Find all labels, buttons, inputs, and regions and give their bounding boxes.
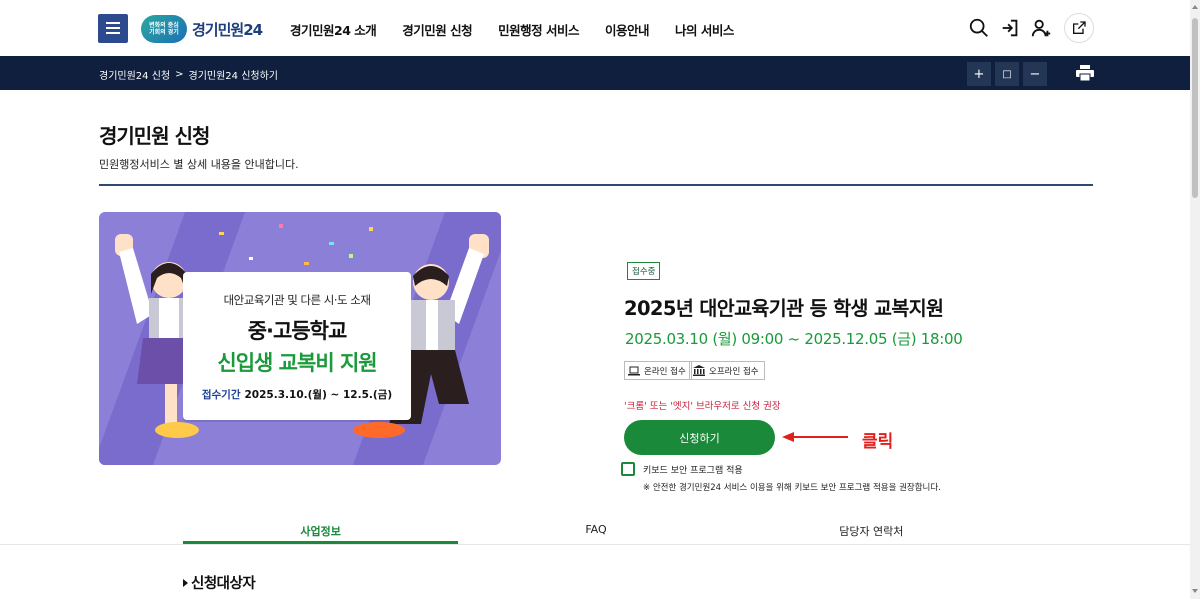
page-description: 민원행정서비스 별 상세 내용을 안내합니다. <box>99 158 299 171</box>
service-period: 2025.03.10 (월) 09:00 ~ 2025.12.05 (금) 18… <box>625 330 963 348</box>
nav-item-apply[interactable]: 경기민원 신청 <box>402 20 472 39</box>
breadcrumb-bar: 경기민원24 신청 > 경기민원24 신청하기 + □ − <box>0 56 1190 90</box>
status-badge: 접수중 <box>627 262 661 280</box>
scroll-up-arrow-icon[interactable] <box>1192 5 1198 9</box>
laptop-icon <box>628 366 640 375</box>
site-logo[interactable]: 변화의 중심 기회의 경기 경기민원24 <box>141 14 263 44</box>
user-add-icon[interactable] <box>1029 16 1053 40</box>
channel-offline: 오프라인 접수 <box>689 361 765 380</box>
tab-divider <box>0 544 1190 545</box>
tab-faq[interactable]: FAQ <box>458 518 733 544</box>
service-title: 2025년 대안교육기관 등 학생 교복지원 <box>624 297 944 320</box>
main-nav: 경기민원24 소개 경기민원 신청 민원행정 서비스 이용안내 나의 서비스 <box>290 20 760 39</box>
scrollbar-thumb[interactable] <box>1192 18 1198 198</box>
page-scrollbar[interactable] <box>1190 0 1200 599</box>
login-icon[interactable] <box>998 16 1022 40</box>
banner-period-label: 접수기간 <box>201 389 241 401</box>
caret-right-icon <box>183 578 188 587</box>
apply-button[interactable]: 신청하기 <box>624 420 775 455</box>
banner-headline-1: 중·고등학교 <box>247 319 348 343</box>
browser-notice: '크롬' 또는 '엣지' 브라우저로 신청 권장 <box>624 401 781 412</box>
site-header: 변화의 중심 기회의 경기 경기민원24 경기민원24 소개 경기민원 신청 민… <box>0 0 1190 56</box>
tab-bar: 사업정보 FAQ 담당자 연락처 <box>183 518 1009 544</box>
share-button[interactable] <box>1064 13 1094 43</box>
zoom-in-button[interactable]: + <box>967 62 991 86</box>
zoom-out-button[interactable]: − <box>1023 62 1047 86</box>
logo-badge: 변화의 중심 기회의 경기 <box>141 15 187 43</box>
breadcrumb-separator: > <box>175 69 184 80</box>
scroll-down-arrow-icon[interactable] <box>1192 589 1198 593</box>
banner-subtitle: 대안교육기관 및 다른 시·도 소재 <box>223 293 371 307</box>
annotation-arrow-icon <box>782 432 848 442</box>
breadcrumb-item[interactable]: 경기민원24 신청 <box>99 67 170 82</box>
section-heading-text: 신청대상자 <box>191 576 256 592</box>
keyboard-security-note: ※ 안전한 경기민원24 서비스 이용을 위해 키보드 보안 프로그램 적용을 … <box>643 483 941 493</box>
channel-online: 온라인 접수 <box>624 361 692 380</box>
page-title: 경기민원 신청 <box>99 124 210 148</box>
tab-business-info[interactable]: 사업정보 <box>183 518 459 544</box>
nav-item-guide[interactable]: 이용안내 <box>605 20 650 39</box>
section-heading: 신청대상자 <box>183 572 256 593</box>
building-icon <box>693 365 705 376</box>
banner-period-value: 2025.3.10.(월) ~ 12.5.(금) <box>244 389 393 401</box>
share-icon <box>1073 21 1086 34</box>
banner-card: 대안교육기관 및 다른 시·도 소재 중·고등학교 신입생 교복비 지원 접수기… <box>183 272 411 420</box>
print-icon[interactable] <box>1076 65 1094 81</box>
logo-text: 경기민원24 <box>192 20 263 39</box>
nav-item-my-service[interactable]: 나의 서비스 <box>675 20 734 39</box>
service-banner-image: 대안교육기관 및 다른 시·도 소재 중·고등학교 신입생 교복비 지원 접수기… <box>99 212 501 465</box>
breadcrumb-item[interactable]: 경기민원24 신청하기 <box>189 67 279 82</box>
search-icon[interactable] <box>967 16 991 40</box>
zoom-reset-button[interactable]: □ <box>995 62 1019 86</box>
nav-item-services[interactable]: 민원행정 서비스 <box>498 20 579 39</box>
title-divider <box>99 184 1093 186</box>
banner-period: 접수기간 2025.3.10.(월) ~ 12.5.(금) <box>183 387 411 402</box>
breadcrumb: 경기민원24 신청 > 경기민원24 신청하기 <box>99 67 278 82</box>
banner-headline-2: 신입생 교복비 지원 <box>217 351 377 375</box>
nav-item-intro[interactable]: 경기민원24 소개 <box>290 20 377 39</box>
keyboard-security-checkbox[interactable] <box>621 462 635 476</box>
keyboard-security-label[interactable]: 키보드 보안 프로그램 적용 <box>643 463 743 476</box>
hamburger-menu-button[interactable] <box>98 14 128 43</box>
tab-contact[interactable]: 담당자 연락처 <box>734 518 1009 544</box>
annotation-click-label: 클릭 <box>862 432 894 452</box>
